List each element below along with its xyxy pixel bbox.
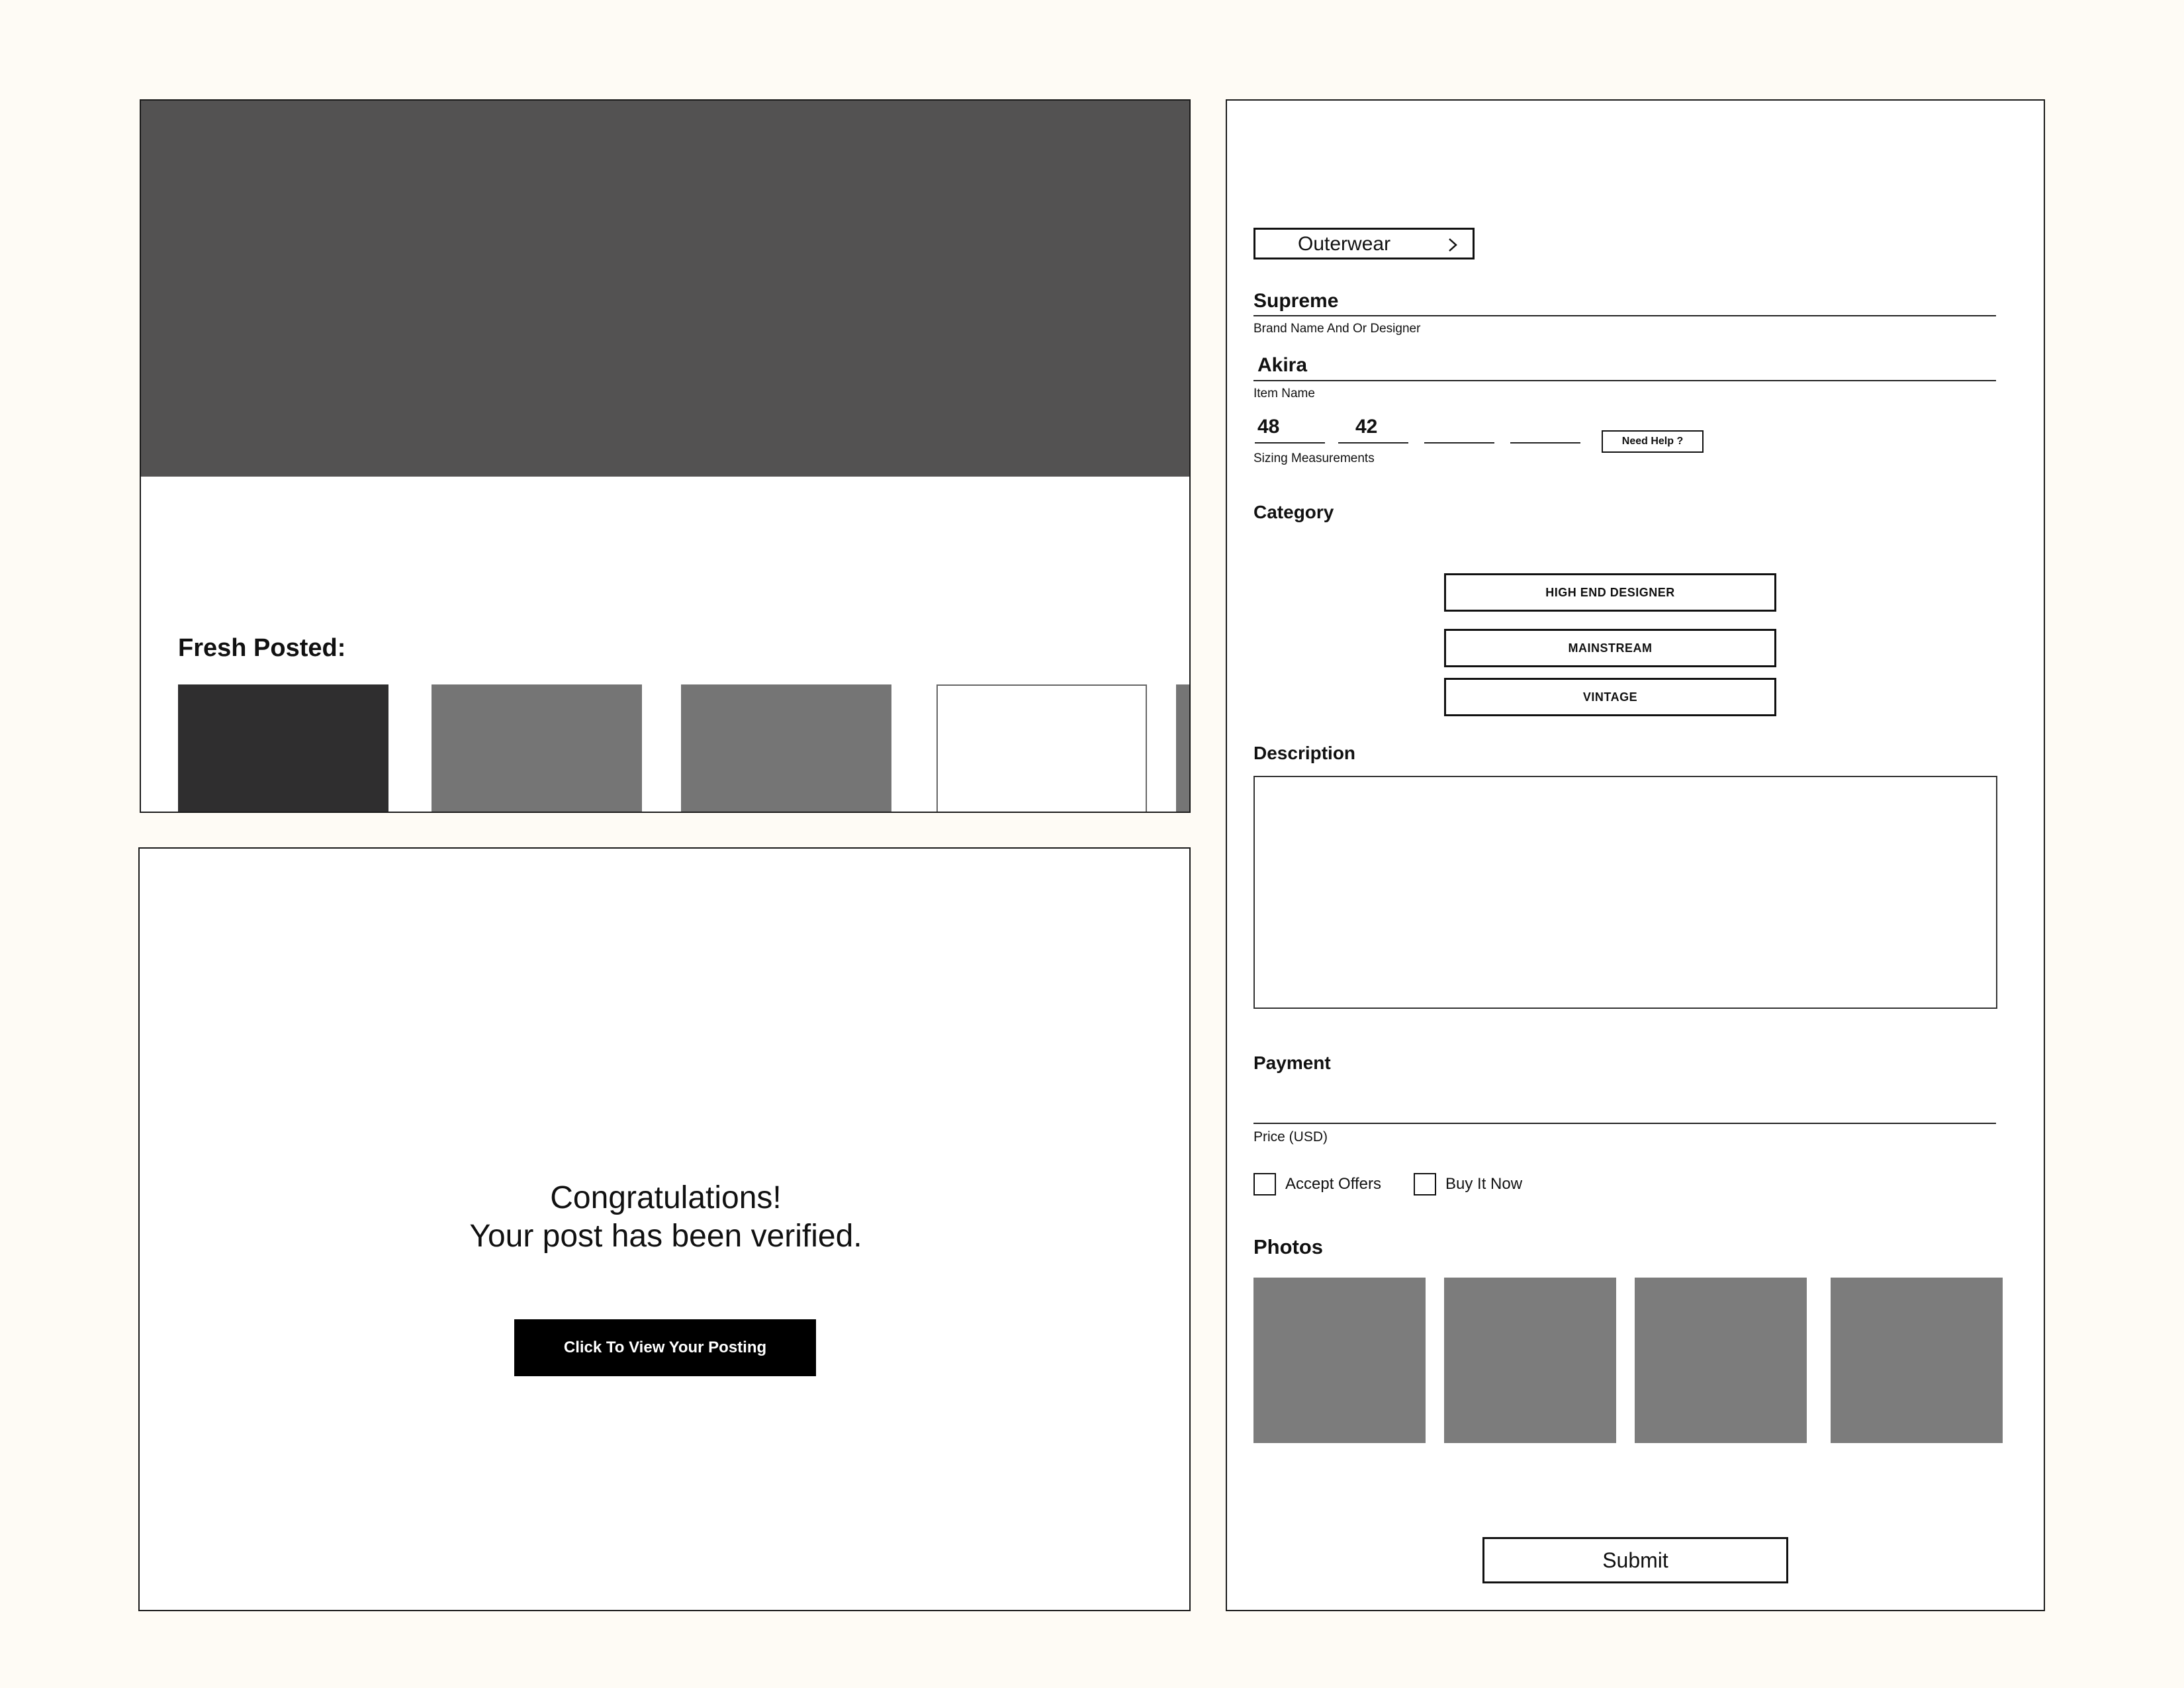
photos-heading: Photos <box>1253 1235 1324 1258</box>
fresh-posted-heading: Fresh Posted: <box>178 634 346 662</box>
price-label: Price (USD) <box>1253 1129 1328 1145</box>
view-posting-button[interactable]: Click To View Your Posting <box>514 1319 816 1376</box>
hero-carousel[interactable] <box>141 101 1189 477</box>
item-name-input-line[interactable] <box>1253 380 1996 381</box>
item-name-label: Item Name <box>1253 387 1315 400</box>
photo-slot-4[interactable] <box>1831 1278 2003 1443</box>
size-value-1: 48 <box>1257 416 1280 438</box>
category-heading: Category <box>1253 502 1334 522</box>
carousel-dot-4[interactable] <box>705 524 721 540</box>
accept-offers-label: Accept Offers <box>1285 1175 1381 1193</box>
carousel-dot-1[interactable] <box>613 524 629 540</box>
payment-heading: Payment <box>1253 1053 1331 1073</box>
size-input-4[interactable] <box>1510 442 1580 444</box>
sizing-label: Sizing Measurements <box>1253 451 1375 465</box>
description-heading: Description <box>1253 743 1356 763</box>
fresh-post-thumbnail[interactable] <box>178 684 388 812</box>
new-listing-form-panel: Outerwear Supreme Brand Name And Or Desi… <box>1226 99 2045 1611</box>
brand-input-line[interactable] <box>1253 315 1996 316</box>
congrats-line-1: Congratulations! <box>550 1180 782 1215</box>
success-panel: Congratulations! Your post has been veri… <box>138 847 1191 1611</box>
price-input-line[interactable] <box>1253 1123 1996 1124</box>
photo-slot-2[interactable] <box>1444 1278 1616 1443</box>
fresh-post-thumbnail[interactable] <box>681 684 891 812</box>
buy-it-now-label: Buy It Now <box>1445 1175 1523 1193</box>
buy-it-now-checkbox[interactable] <box>1414 1173 1436 1196</box>
accept-offers-checkbox[interactable] <box>1253 1173 1276 1196</box>
home-screen-panel: Fresh Posted: <box>140 99 1191 813</box>
carousel-dot-2[interactable] <box>643 524 659 540</box>
size-input-1[interactable] <box>1255 442 1325 444</box>
need-help-button[interactable]: Need Help ? <box>1602 430 1704 453</box>
item-name-value: Akira <box>1257 354 1308 376</box>
category-option-vintage[interactable]: VINTAGE <box>1444 678 1776 716</box>
size-value-2: 42 <box>1355 416 1378 438</box>
photo-slot-1[interactable] <box>1253 1278 1426 1443</box>
chevron-right-icon <box>1449 238 1457 252</box>
size-input-2[interactable] <box>1338 442 1408 444</box>
fresh-post-thumbnail[interactable] <box>936 684 1147 812</box>
fresh-post-thumbnail[interactable] <box>432 684 642 812</box>
fresh-post-thumbnail[interactable] <box>1176 684 1189 812</box>
brand-label: Brand Name And Or Designer <box>1253 322 1421 336</box>
brand-value: Supreme <box>1253 290 1339 312</box>
photo-slot-3[interactable] <box>1635 1278 1807 1443</box>
category-selector-button[interactable]: Outerwear <box>1253 228 1475 259</box>
category-option-mainstream[interactable]: MAINSTREAM <box>1444 629 1776 667</box>
size-input-3[interactable] <box>1424 442 1494 444</box>
category-option-high-end-designer[interactable]: HIGH END DESIGNER <box>1444 573 1776 612</box>
submit-button[interactable]: Submit <box>1482 1537 1788 1583</box>
carousel-dot-3[interactable] <box>676 524 692 540</box>
category-selector-label: Outerwear <box>1298 233 1391 255</box>
congrats-line-2: Your post has been verified. <box>469 1219 862 1254</box>
description-textarea[interactable] <box>1253 776 1997 1009</box>
